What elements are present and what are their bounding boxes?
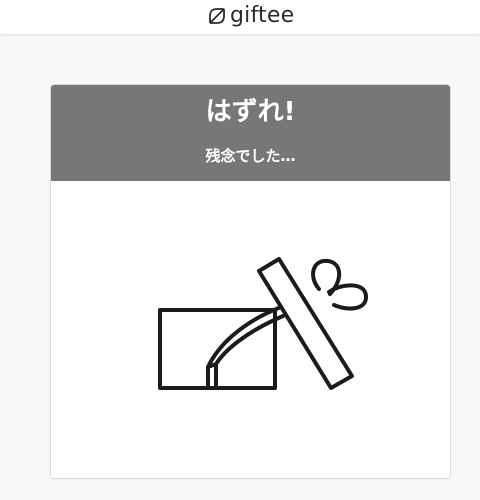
giftee-logo-icon <box>209 8 225 24</box>
lottery-result-card: はずれ! 残念でした… <box>50 84 451 479</box>
result-title: はずれ! <box>205 97 296 127</box>
app-header: giftee <box>0 0 480 35</box>
result-subtitle: 残念でした… <box>205 147 296 165</box>
open-gift-box-icon <box>158 257 368 390</box>
giftee-logo[interactable]: giftee <box>207 3 294 29</box>
result-header: はずれ! 残念でした… <box>51 85 450 181</box>
logo-text: giftee <box>230 3 295 28</box>
